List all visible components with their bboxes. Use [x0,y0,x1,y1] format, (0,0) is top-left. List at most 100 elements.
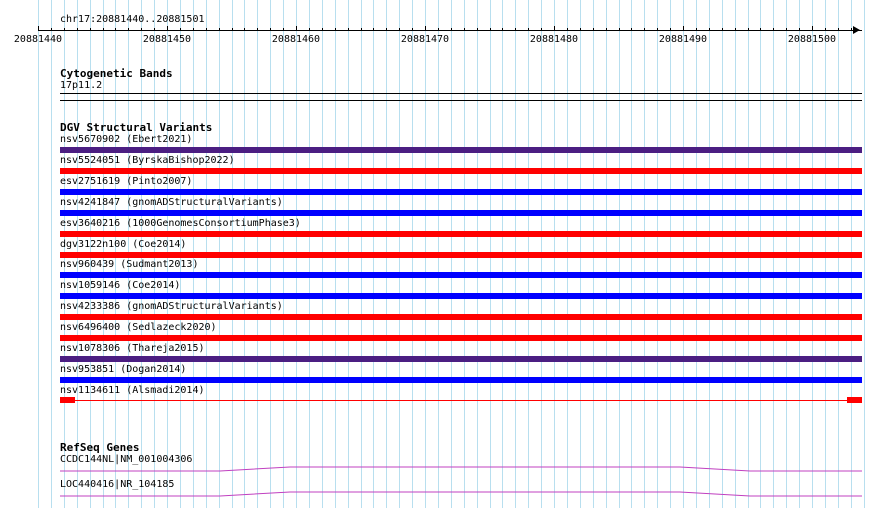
dgv-variant-block[interactable] [60,397,75,403]
ruler-major-tick [683,26,684,31]
ruler-tick-label: 20881440 [13,34,63,45]
ruler-minor-tick [515,28,516,31]
ruler-minor-tick [670,28,671,31]
dgv-variant-label[interactable]: nsv1134611 (Alsmadi2014) [60,385,205,397]
ruler-major-tick [167,26,168,31]
ruler-minor-tick [477,28,478,31]
dgv-variant-line[interactable] [60,381,862,382]
ruler-minor-tick [567,28,568,31]
ruler-minor-tick [760,28,761,31]
cytoband-line-bottom [60,100,862,101]
dgv-variant-bar[interactable] [60,189,862,195]
cytoband-track-title: Cytogenetic Bands [60,67,173,80]
ruler-minor-tick [799,28,800,31]
coordinate-ruler[interactable]: chr17:20881440..20881501 20881440 2088145… [0,0,890,60]
dgv-variant-label[interactable]: dgv3122n100 (Coe2014) [60,239,186,251]
intron-line [60,491,862,497]
ruler-minor-tick [219,28,220,31]
dgv-variant-bar[interactable] [60,210,862,216]
grid-line [38,0,39,508]
dgv-variant-label[interactable]: esv3640216 (1000GenomesConsortiumPhase3) [60,218,301,230]
refseq-gene-model[interactable] [60,489,862,499]
ruler-minor-tick [606,28,607,31]
ruler-major-tick [812,26,813,31]
ruler-minor-tick [283,28,284,31]
dgv-variant-bar[interactable] [60,293,862,299]
ruler-minor-tick [502,28,503,31]
ruler-minor-tick [309,28,310,31]
dgv-variant-block[interactable] [847,397,862,403]
ruler-minor-tick [90,28,91,31]
dgv-variant-bar[interactable] [60,335,862,341]
ruler-minor-tick [773,28,774,31]
ruler-minor-tick [631,28,632,31]
dgv-variant-label[interactable]: esv2751619 (Pinto2007) [60,176,192,188]
ruler-tick-label: 20881480 [529,34,579,45]
intron-line [60,466,862,472]
dgv-variant-bar[interactable] [60,377,862,383]
ruler-minor-tick [141,28,142,31]
ruler-major-tick [38,26,39,31]
refseq-track-title: RefSeq Genes [60,441,140,454]
dgv-variant-bar[interactable] [60,168,862,174]
ruler-minor-tick [115,28,116,31]
ruler-minor-tick [490,28,491,31]
ruler-minor-tick [748,28,749,31]
ruler-major-tick [554,26,555,31]
ruler-minor-tick [722,28,723,31]
ruler-tick-label: 20881450 [142,34,192,45]
ruler-minor-tick [128,28,129,31]
ruler-minor-tick [244,28,245,31]
cytoband-line-top [60,93,862,94]
dgv-variant-label[interactable]: nsv1078306 (Thareja2015) [60,343,205,355]
dgv-variant-bar[interactable] [60,356,862,362]
ruler-minor-tick [64,28,65,31]
ruler-minor-tick [696,28,697,31]
ruler-minor-tick [412,28,413,31]
dgv-variant-bar[interactable] [60,272,862,278]
dgv-track-title: DGV Structural Variants [60,121,213,134]
dgv-variant-bar[interactable] [60,231,862,237]
ruler-minor-tick [851,28,852,31]
ruler-minor-tick [786,28,787,31]
ruler-major-tick [296,26,297,31]
ruler-minor-tick [348,28,349,31]
dgv-variant-bar[interactable] [60,147,862,153]
ruler-minor-tick [386,28,387,31]
refseq-gene-model[interactable] [60,464,862,474]
ruler-axis [38,30,862,31]
ruler-minor-tick [270,28,271,31]
dgv-variant-label[interactable]: nsv6496400 (Sedlazeck2020) [60,322,217,334]
dgv-variant-bar[interactable] [60,252,862,258]
dgv-variant-line[interactable] [60,400,862,401]
ruler-minor-tick [373,28,374,31]
dgv-variant-label[interactable]: nsv953851 (Dogan2014) [60,364,186,376]
ruler-minor-tick [657,28,658,31]
ruler-minor-tick [580,28,581,31]
ruler-minor-tick [77,28,78,31]
strand-arrow-icon [853,26,860,34]
ruler-minor-tick [644,28,645,31]
ruler-minor-tick [438,28,439,31]
dgv-variant-label[interactable]: nsv5524051 (ByrskaBishop2022) [60,155,235,167]
dgv-variant-label[interactable]: nsv4233386 (gnomADStructuralVariants) [60,301,283,313]
ruler-tick-label: 20881470 [400,34,450,45]
dgv-variant-label[interactable]: nsv5670902 (Ebert2021) [60,134,192,146]
ruler-minor-tick [206,28,207,31]
dgv-variant-label[interactable]: nsv4241847 (gnomADStructuralVariants) [60,197,283,209]
ruler-minor-tick [825,28,826,31]
ruler-minor-tick [528,28,529,31]
ruler-tick-label: 20881490 [658,34,708,45]
grid-line [864,0,865,508]
ruler-minor-tick [193,28,194,31]
dgv-variant-label[interactable]: nsv1059146 (Coe2014) [60,280,180,292]
ruler-minor-tick [541,28,542,31]
ruler-minor-tick [335,28,336,31]
dgv-variant-bar[interactable] [60,314,862,320]
dgv-variant-label[interactable]: nsv960439 (Sudmant2013) [60,259,198,271]
cytoband-label[interactable]: 17p11.2 [60,80,102,92]
grid-line [51,0,52,508]
ruler-minor-tick [257,28,258,31]
ruler-minor-tick [838,28,839,31]
ruler-minor-tick [322,28,323,31]
